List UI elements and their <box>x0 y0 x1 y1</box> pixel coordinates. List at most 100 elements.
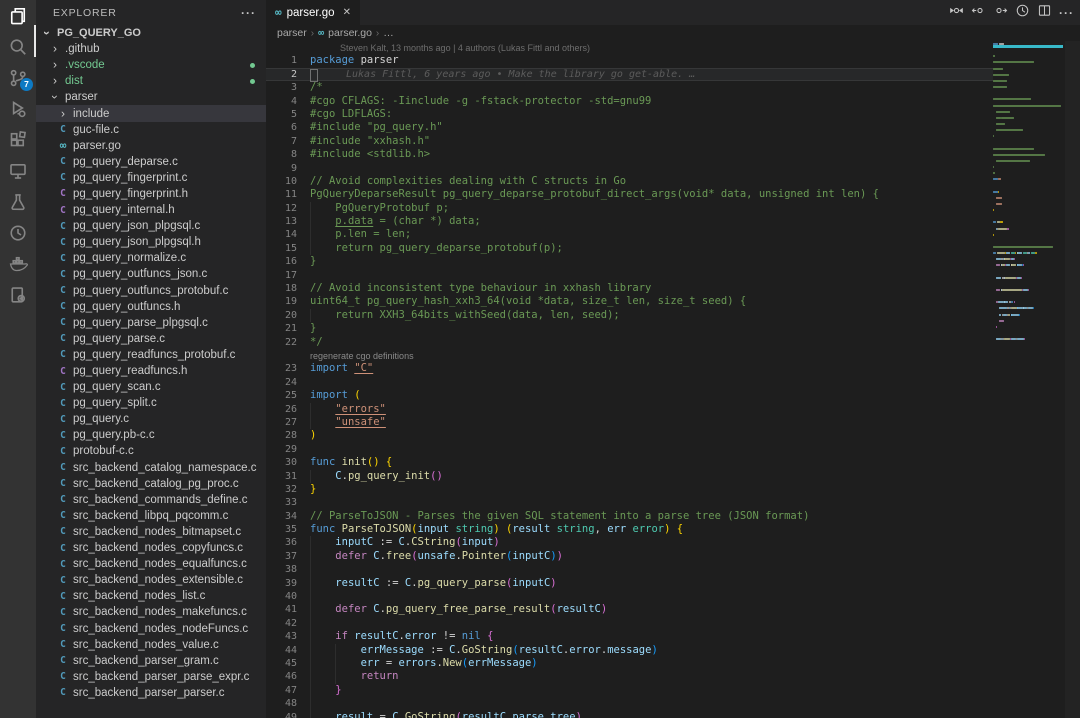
tree-file-src_backend_nodes_value.c[interactable]: Csrc_backend_nodes_value.c <box>36 637 266 653</box>
tree-file-src_backend_nodes_copyfuncs.c[interactable]: Csrc_backend_nodes_copyfuncs.c <box>36 540 266 556</box>
code-line-23[interactable]: 23import "C" <box>266 362 993 375</box>
tree-file-pg_query.c[interactable]: Cpg_query.c <box>36 411 266 427</box>
tree-folder-parser[interactable]: ›parser <box>36 89 266 105</box>
code-line-3[interactable]: 3/* <box>266 81 993 94</box>
code-line-32[interactable]: 32} <box>266 483 993 496</box>
tree-folder-.github[interactable]: ›.github <box>36 41 266 57</box>
code-line-7[interactable]: 7#include "xxhash.h" <box>266 135 993 148</box>
tree-file-src_backend_catalog_pg_proc.c[interactable]: Csrc_backend_catalog_pg_proc.c <box>36 476 266 492</box>
tree-file-pg_query_json_plpgsql.h[interactable]: Cpg_query_json_plpgsql.h <box>36 234 266 250</box>
tree-file-pg_query_scan.c[interactable]: Cpg_query_scan.c <box>36 379 266 395</box>
tree-folder-PG_QUERY_GO[interactable]: ›PG_QUERY_GO <box>36 25 266 41</box>
source-control-icon[interactable]: 7 <box>0 62 36 93</box>
remote-explorer-icon[interactable] <box>0 155 36 186</box>
tree-file-protobuf-c.c[interactable]: Cprotobuf-c.c <box>36 443 266 459</box>
code-line-1[interactable]: 1package parser <box>266 54 993 67</box>
codelens-annotation[interactable]: regenerate cgo definitions <box>266 349 993 362</box>
code-line-33[interactable]: 33 <box>266 496 993 509</box>
code-line-41[interactable]: 41 defer C.pg_query_free_parse_result(re… <box>266 603 993 616</box>
tree-file-pg_query_split.c[interactable]: Cpg_query_split.c <box>36 395 266 411</box>
docker-icon[interactable] <box>0 248 36 279</box>
code-line-14[interactable]: 14 p.len = len; <box>266 228 993 241</box>
tree-folder-include[interactable]: ›include <box>36 105 266 121</box>
more-actions-icon[interactable]: ··· <box>1059 6 1074 20</box>
code-line-10[interactable]: 10// Avoid complexities dealing with C s… <box>266 175 993 188</box>
tree-file-parser.go[interactable]: ∞parser.go <box>36 138 266 154</box>
tree-file-pg_query_outfuncs_protobuf.c[interactable]: Cpg_query_outfuncs_protobuf.c <box>36 283 266 299</box>
tab-parser-go[interactable]: ∞ parser.go ✕ <box>266 0 360 25</box>
tree-folder-dist[interactable]: ›dist <box>36 73 266 89</box>
code-line-18[interactable]: 18// Avoid inconsistent type behaviour i… <box>266 282 993 295</box>
tree-folder-.vscode[interactable]: ›.vscode <box>36 57 266 73</box>
code-line-48[interactable]: 48 <box>266 697 993 710</box>
tree-file-pg_query_readfuncs.h[interactable]: Cpg_query_readfuncs.h <box>36 363 266 379</box>
tree-file-src_backend_nodes_nodeFuncs.c[interactable]: Csrc_backend_nodes_nodeFuncs.c <box>36 620 266 636</box>
tree-file-pg_query_outfuncs.h[interactable]: Cpg_query_outfuncs.h <box>36 299 266 315</box>
tree-file-guc-file.c[interactable]: Cguc-file.c <box>36 122 266 138</box>
code-line-17[interactable]: 17 <box>266 269 993 282</box>
explorer-icon[interactable] <box>0 0 36 31</box>
code-line-28[interactable]: 28) <box>266 429 993 442</box>
code-line-8[interactable]: 8#include <stdlib.h> <box>266 148 993 161</box>
tree-file-pg_query_fingerprint.h[interactable]: Cpg_query_fingerprint.h <box>36 186 266 202</box>
tree-file-pg_query_readfuncs_protobuf.c[interactable]: Cpg_query_readfuncs_protobuf.c <box>36 347 266 363</box>
tree-file-src_backend_parser_parse_expr.c[interactable]: Csrc_backend_parser_parse_expr.c <box>36 669 266 685</box>
code-line-15[interactable]: 15 return pg_query_deparse_protobuf(p); <box>266 242 993 255</box>
code-line-38[interactable]: 38 <box>266 563 993 576</box>
previous-change-icon[interactable] <box>971 3 986 23</box>
tree-file-src_backend_nodes_bitmapset.c[interactable]: Csrc_backend_nodes_bitmapset.c <box>36 524 266 540</box>
tree-file-src_backend_catalog_namespace.c[interactable]: Csrc_backend_catalog_namespace.c <box>36 460 266 476</box>
tree-file-pg_query_parse_plpgsql.c[interactable]: Cpg_query_parse_plpgsql.c <box>36 315 266 331</box>
tree-file-src_backend_commands_define.c[interactable]: Csrc_backend_commands_define.c <box>36 492 266 508</box>
tree-file-pg_query_normalize.c[interactable]: Cpg_query_normalize.c <box>36 250 266 266</box>
tree-file-pg_query_parse.c[interactable]: Cpg_query_parse.c <box>36 331 266 347</box>
code-line-40[interactable]: 40 <box>266 590 993 603</box>
containers-icon[interactable] <box>0 279 36 310</box>
code-line-26[interactable]: 26 "errors" <box>266 403 993 416</box>
tree-file-src_backend_parser_gram.c[interactable]: Csrc_backend_parser_gram.c <box>36 653 266 669</box>
code-line-9[interactable]: 9 <box>266 162 993 175</box>
tree-file-src_backend_nodes_makefuncs.c[interactable]: Csrc_backend_nodes_makefuncs.c <box>36 604 266 620</box>
tree-file-pg_query_json_plpgsql.c[interactable]: Cpg_query_json_plpgsql.c <box>36 218 266 234</box>
code-line-19[interactable]: 19uint64_t pg_query_hash_xxh3_64(void *d… <box>266 295 993 308</box>
tree-file-src_backend_parser_parser.c[interactable]: Csrc_backend_parser_parser.c <box>36 685 266 701</box>
code-line-21[interactable]: 21} <box>266 322 993 335</box>
code-line-11[interactable]: 11PgQueryDeparseResult pg_query_deparse_… <box>266 188 993 201</box>
testing-icon[interactable] <box>0 186 36 217</box>
tab-close-icon[interactable]: ✕ <box>343 7 351 18</box>
code-line-44[interactable]: 44 errMessage := C.GoString(resultC.erro… <box>266 644 993 657</box>
code-line-43[interactable]: 43 if resultC.error != nil { <box>266 630 993 643</box>
tree-file-src_backend_nodes_list.c[interactable]: Csrc_backend_nodes_list.c <box>36 588 266 604</box>
code-line-12[interactable]: 12 PgQueryProtobuf p; <box>266 202 993 215</box>
tree-file-src_backend_nodes_equalfuncs.c[interactable]: Csrc_backend_nodes_equalfuncs.c <box>36 556 266 572</box>
breadcrumb-item-symbol[interactable]: … <box>383 27 394 39</box>
code-line-16[interactable]: 16} <box>266 255 993 268</box>
code-line-24[interactable]: 24 <box>266 376 993 389</box>
code-line-37[interactable]: 37 defer C.free(unsafe.Pointer(inputC)) <box>266 550 993 563</box>
tree-file-src_backend_libpq_pqcomm.c[interactable]: Csrc_backend_libpq_pqcomm.c <box>36 508 266 524</box>
code-line-27[interactable]: 27 "unsafe" <box>266 416 993 429</box>
sidebar-more-actions-icon[interactable]: ··· <box>241 6 256 20</box>
code-line-45[interactable]: 45 err = errors.New(errMessage) <box>266 657 993 670</box>
extensions-icon[interactable] <box>0 124 36 155</box>
tree-file-pg_query_fingerprint.c[interactable]: Cpg_query_fingerprint.c <box>36 170 266 186</box>
code-line-35[interactable]: 35func ParseToJSON(input string) (result… <box>266 523 993 536</box>
code-line-13[interactable]: 13 p.data = (char *) data; <box>266 215 993 228</box>
history-icon[interactable] <box>0 217 36 248</box>
next-change-icon[interactable] <box>993 3 1008 23</box>
tree-file-pg_query_outfuncs_json.c[interactable]: Cpg_query_outfuncs_json.c <box>36 266 266 282</box>
code-lines[interactable]: Steven Kalt, 13 months ago | 4 authors (… <box>266 41 993 718</box>
code-line-42[interactable]: 42 <box>266 617 993 630</box>
code-line-47[interactable]: 47 } <box>266 684 993 697</box>
run-and-debug-icon[interactable] <box>0 93 36 124</box>
tree-file-src_backend_nodes_extensible.c[interactable]: Csrc_backend_nodes_extensible.c <box>36 572 266 588</box>
code-line-29[interactable]: 29 <box>266 443 993 456</box>
split-editor-icon[interactable] <box>1037 3 1052 23</box>
tree-file-pg_query_deparse.c[interactable]: Cpg_query_deparse.c <box>36 154 266 170</box>
code-line-39[interactable]: 39 resultC := C.pg_query_parse(inputC) <box>266 577 993 590</box>
editor-scrollbar[interactable] <box>1065 41 1080 718</box>
code-line-46[interactable]: 46 return <box>266 670 993 683</box>
code-line-2[interactable]: 2Lukas Fittl, 6 years ago • Make the lib… <box>266 68 993 81</box>
code-line-4[interactable]: 4#cgo CFLAGS: -Iinclude -g -fstack-prote… <box>266 95 993 108</box>
breadcrumb-item-file[interactable]: parser.go <box>328 27 372 39</box>
